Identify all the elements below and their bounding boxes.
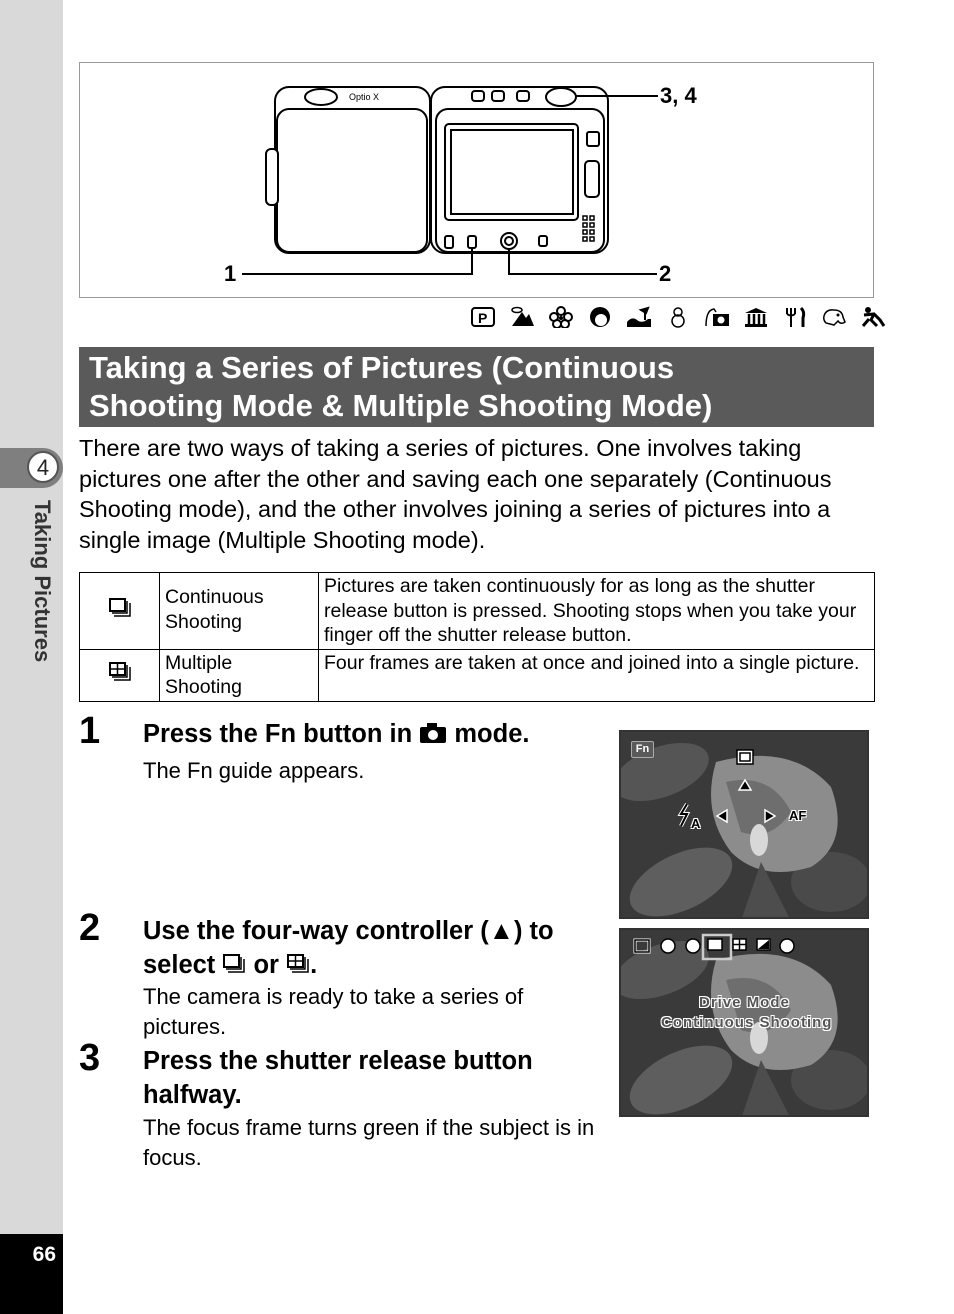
multiple-shooting-icon [108, 661, 132, 688]
step-3-title-line-2: halfway. [143, 1081, 242, 1109]
mode-description: Four frames are taken at once and joined… [318, 648, 875, 702]
food-mode-icon [782, 305, 808, 329]
camera-brand-label: Optio X [349, 92, 379, 102]
callout-1: 1 [224, 261, 237, 286]
mode-name: Multiple [165, 651, 233, 674]
continuous-shooting-icon [108, 597, 132, 624]
left-arrow-icon [715, 808, 728, 824]
camera-diagram: Optio X 3, 4 1 2 [79, 62, 874, 298]
step-3-title: Press the shutter release button halfway… [143, 1044, 533, 1112]
camera-illustration: Optio X [242, 86, 658, 275]
portrait-mode-icon [587, 305, 613, 329]
snow-mode-icon [665, 305, 691, 329]
drive-mode-label: Drive Mode [699, 994, 790, 1011]
section-heading-line-1: Taking a Series of Pictures (Continuous [89, 350, 675, 385]
callout-3-4: 3, 4 [660, 83, 697, 108]
step-1-description: The Fn guide appears. [143, 758, 365, 783]
pet-mode-icon [821, 305, 847, 329]
mode-name-line-2: Shooting [165, 676, 242, 698]
section-heading: Taking a Series of Pictures (Continuous … [79, 347, 874, 427]
flash-auto-label: A [691, 816, 702, 831]
step-2-description: The camera is ready to take a series of … [143, 984, 524, 1039]
program-mode-icon: P [470, 305, 496, 329]
surf-snow-mode-icon [626, 305, 652, 329]
callout-2: 2 [659, 261, 672, 286]
mode-description: Pictures are taken continuously for as l… [318, 572, 875, 650]
step-2-title-line-1: Use the four-way controller (▲) to [143, 917, 554, 945]
step-2-title: Use the four-way controller (▲) to selec… [143, 914, 554, 984]
step-2-title-text-a: select [143, 951, 223, 979]
up-arrow-icon [737, 778, 753, 791]
drive-mode-icon-bar [633, 933, 795, 961]
step-1-title-text-c: mode. [447, 720, 530, 748]
single-frame-icon [736, 749, 754, 765]
applicable-modes: P [470, 304, 886, 330]
svg-text:P: P [478, 310, 487, 326]
museum-mode-icon [743, 305, 769, 329]
flower-mode-icon [548, 305, 574, 329]
mode-name-line-2: Shooting [165, 610, 242, 633]
fn-button-label: Fn [264, 720, 297, 748]
multiple-shooting-icon [286, 950, 310, 984]
step-1-title: Press the Fn button in mode. [143, 717, 529, 753]
step-3-title-line-1: Press the shutter release button [143, 1047, 533, 1075]
continuous-shooting-icon [222, 950, 246, 984]
right-arrow-icon [764, 808, 777, 824]
self-portrait-mode-icon [704, 305, 730, 329]
page-number: 66 [32, 1243, 56, 1266]
step-1-number: 1 [79, 710, 101, 752]
mode-name: Continuous [165, 586, 264, 608]
step-1-title-text-b: button in [296, 720, 420, 748]
step-2-title-text-c: . [310, 951, 318, 979]
sport-mode-icon [860, 305, 886, 329]
step-2-title-line-2: select or . [143, 948, 554, 984]
landscape-mode-icon [509, 305, 535, 329]
step-2-title-text-b: or [246, 951, 287, 979]
af-label: AF [789, 808, 807, 823]
table-row: Continuous Shooting Pictures are taken c… [79, 572, 875, 650]
continuous-shooting-label: Continuous Shooting [661, 1014, 833, 1031]
step-3-number: 3 [79, 1037, 101, 1079]
fn-guide-overlay [677, 749, 777, 827]
intro-paragraph: There are two ways of taking a series of… [79, 435, 832, 554]
step-2-number: 2 [79, 907, 101, 949]
drive-modes-table: Continuous Shooting Pictures are taken c… [79, 572, 875, 702]
fn-guide-screen: Fn A AF [619, 730, 869, 919]
camera-icon [419, 719, 447, 753]
chapter-title: Taking Pictures [30, 500, 55, 663]
step-1-title-text-a: Press the [143, 720, 265, 748]
drive-mode-screen: Drive Mode Continuous Shooting [619, 928, 869, 1117]
chapter-number: 4 [27, 451, 59, 483]
step-3-description: The focus frame turns green if the subje… [143, 1115, 595, 1170]
section-heading-line-2: Shooting Mode & Multiple Shooting Mode) [89, 388, 713, 423]
table-row: Multiple Shooting Four frames are taken … [79, 648, 875, 702]
